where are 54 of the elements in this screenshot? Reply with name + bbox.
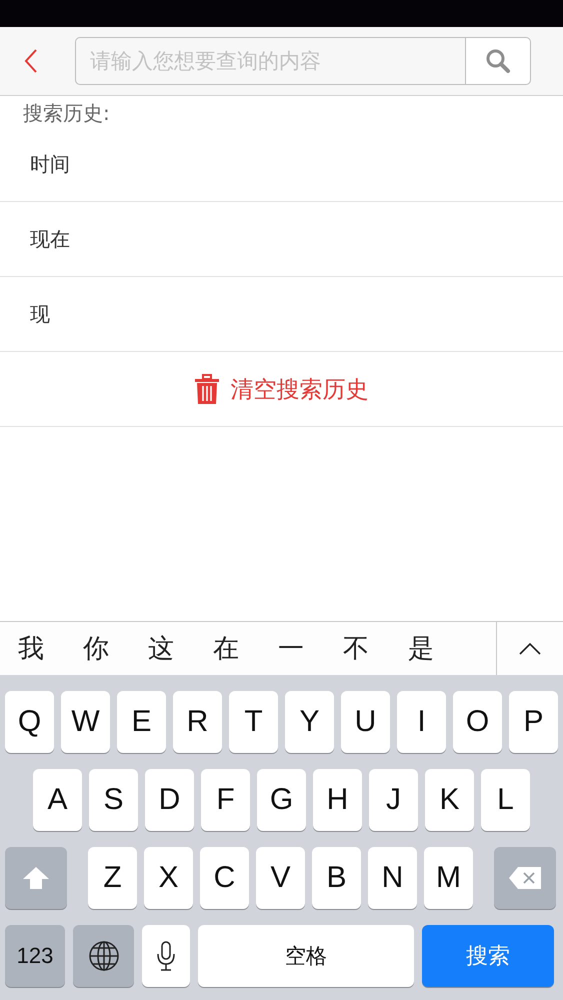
key[interactable]: A bbox=[33, 769, 82, 831]
key[interactable]: D bbox=[145, 769, 194, 831]
key[interactable]: M bbox=[424, 847, 473, 909]
space-key[interactable]: 空格 bbox=[198, 925, 414, 987]
key[interactable]: J bbox=[369, 769, 418, 831]
search-key[interactable]: 搜索 bbox=[422, 925, 554, 987]
key[interactable]: E bbox=[117, 691, 166, 753]
trash-icon bbox=[194, 374, 218, 404]
backspace-icon bbox=[508, 866, 542, 890]
history-item[interactable]: 现 bbox=[0, 277, 563, 352]
candidate-word[interactable]: 一 bbox=[278, 631, 304, 666]
backspace-key[interactable] bbox=[494, 847, 556, 909]
shift-key[interactable] bbox=[5, 847, 67, 909]
key[interactable]: F bbox=[201, 769, 250, 831]
candidate-word[interactable]: 你 bbox=[83, 631, 109, 666]
search-button[interactable] bbox=[465, 37, 531, 85]
key[interactable]: N bbox=[368, 847, 417, 909]
key[interactable]: R bbox=[173, 691, 222, 753]
globe-key[interactable] bbox=[73, 925, 134, 987]
candidate-word[interactable]: 我 bbox=[18, 631, 44, 666]
numbers-key[interactable]: 123 bbox=[5, 925, 65, 987]
key[interactable]: I bbox=[397, 691, 446, 753]
caret-icon bbox=[519, 642, 541, 654]
history-item[interactable]: 时间 bbox=[0, 127, 563, 202]
key[interactable]: G bbox=[257, 769, 306, 831]
key[interactable]: Z bbox=[88, 847, 137, 909]
key[interactable]: Y bbox=[285, 691, 334, 753]
key[interactable]: P bbox=[509, 691, 558, 753]
key[interactable]: H bbox=[313, 769, 362, 831]
microphone-icon bbox=[157, 941, 175, 971]
search-icon bbox=[485, 48, 511, 74]
history-item[interactable]: 现在 bbox=[0, 202, 563, 277]
key[interactable]: T bbox=[229, 691, 278, 753]
candidate-word[interactable]: 在 bbox=[213, 631, 239, 666]
key[interactable]: U bbox=[341, 691, 390, 753]
key[interactable]: K bbox=[425, 769, 474, 831]
key[interactable]: C bbox=[200, 847, 249, 909]
key[interactable]: X bbox=[144, 847, 193, 909]
microphone-key[interactable] bbox=[142, 925, 190, 987]
candidate-word[interactable]: 不 bbox=[343, 631, 369, 666]
key[interactable]: S bbox=[89, 769, 138, 831]
key[interactable]: L bbox=[481, 769, 530, 831]
candidate-word[interactable]: 这 bbox=[148, 631, 174, 666]
key[interactable]: Q bbox=[5, 691, 54, 753]
key[interactable]: B bbox=[312, 847, 361, 909]
clear-history-button[interactable]: 清空搜索历史 bbox=[0, 352, 563, 427]
candidate-word[interactable]: 是 bbox=[408, 631, 434, 666]
back-icon[interactable] bbox=[24, 48, 38, 74]
history-heading: 搜索历史: bbox=[22, 100, 111, 127]
key[interactable]: W bbox=[61, 691, 110, 753]
key[interactable]: O bbox=[453, 691, 502, 753]
shift-icon bbox=[22, 866, 50, 890]
globe-icon bbox=[88, 940, 120, 972]
key[interactable]: V bbox=[256, 847, 305, 909]
